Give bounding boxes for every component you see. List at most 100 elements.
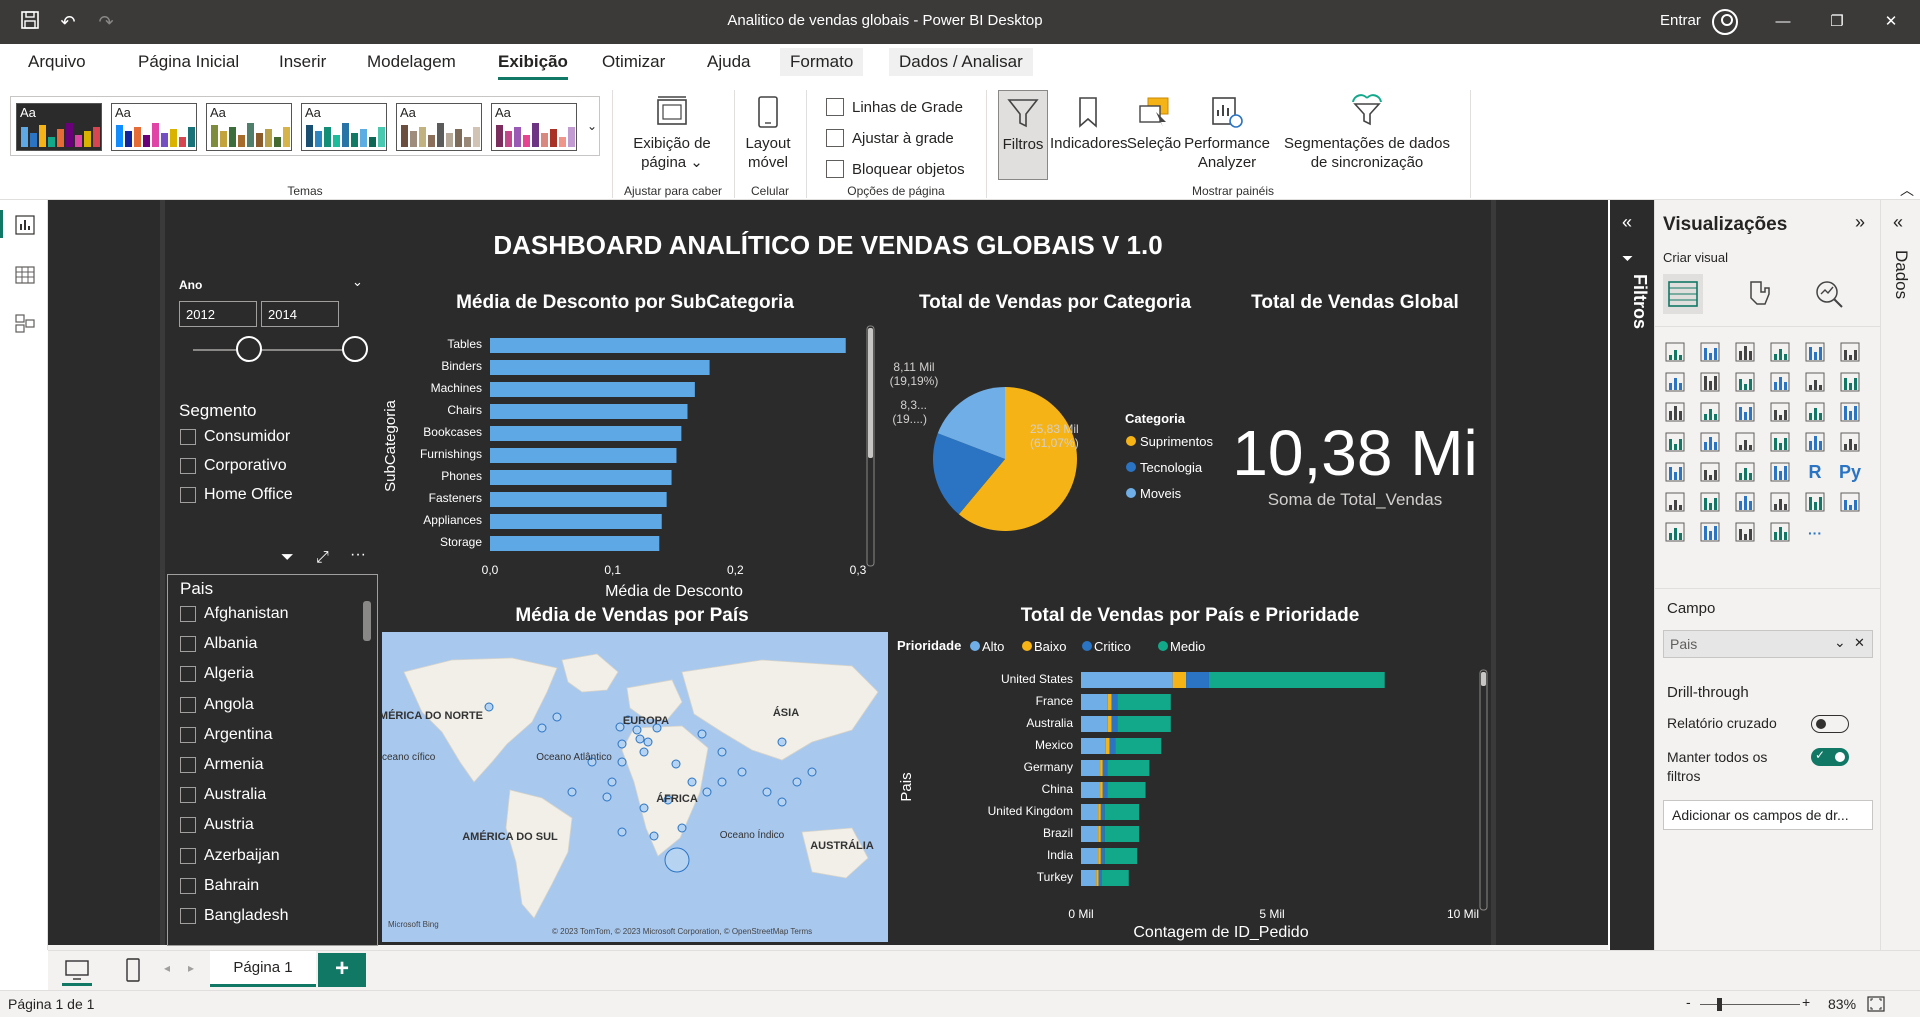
bar-segment[interactable]	[1107, 782, 1146, 798]
table-icon[interactable]	[1733, 460, 1757, 484]
bar-segment[interactable]	[1100, 848, 1105, 864]
legend-item[interactable]: Alto	[982, 639, 1004, 654]
segment-item[interactable]: Consumidor	[180, 428, 290, 446]
desktop-layout-icon[interactable]	[64, 959, 90, 981]
map-bubble[interactable]	[777, 737, 787, 747]
bar-segment[interactable]	[1081, 694, 1108, 710]
zoom-out-button[interactable]: -	[1686, 994, 1691, 1010]
sales-map[interactable]: AMÉRICA DO NORTE EUROPA ÁSIA Oceano Atlânti…	[382, 632, 888, 942]
selection-pane-button[interactable]: Seleção	[1126, 94, 1182, 153]
map-bubble[interactable]	[702, 787, 712, 797]
donut-icon[interactable]	[1803, 400, 1827, 424]
map-bubble[interactable]	[607, 777, 617, 787]
bar-segment[interactable]	[1172, 672, 1187, 688]
visual-filter-icon[interactable]: ⏷	[281, 549, 294, 567]
bar-segment[interactable]	[1081, 870, 1097, 886]
theme-swatch[interactable]: Aa	[396, 103, 482, 151]
country-item[interactable]: Australia	[180, 786, 266, 804]
discount-bar-chart[interactable]: Tables Binders Machines Chairs Bookcases Furn…	[375, 318, 885, 598]
bar[interactable]	[490, 360, 710, 375]
map-bubble[interactable]	[717, 777, 727, 787]
country-item[interactable]: Bahrain	[180, 877, 259, 895]
report-view-icon[interactable]	[14, 214, 36, 236]
bar-segment[interactable]	[1098, 826, 1101, 842]
year-from-input[interactable]: 2012	[179, 301, 257, 327]
bar[interactable]	[490, 536, 660, 551]
map-bubble[interactable]	[664, 847, 690, 873]
bar-segment[interactable]	[1081, 848, 1099, 864]
bar-segment[interactable]	[1104, 804, 1140, 820]
table-view-icon[interactable]	[14, 264, 36, 286]
close-icon[interactable]: ✕	[1868, 8, 1914, 36]
collapse-viz-pane-icon[interactable]: »	[1855, 212, 1865, 233]
bar-segment[interactable]	[1107, 694, 1112, 710]
tab-arquivo[interactable]: Arquivo	[28, 52, 86, 72]
bar[interactable]	[490, 426, 682, 441]
theme-swatch[interactable]: Aa	[111, 103, 197, 151]
100-bar-icon[interactable]	[1803, 340, 1827, 364]
country-item[interactable]: Albania	[180, 635, 257, 653]
funnel-icon[interactable]	[1698, 400, 1722, 424]
gridlines-checkbox[interactable]: Linhas de Grade	[826, 98, 963, 116]
more-visuals-icon[interactable]: ···	[1803, 520, 1827, 544]
mobile-layout-button[interactable]: Layout móvel	[740, 94, 796, 172]
segment-item[interactable]: Home Office	[180, 486, 293, 504]
chart-scrollbar[interactable]	[1479, 669, 1488, 911]
line-chart-icon[interactable]	[1663, 370, 1687, 394]
bar-segment[interactable]	[1104, 848, 1138, 864]
line-clustered-icon[interactable]	[1803, 370, 1827, 394]
cross-report-toggle[interactable]	[1811, 715, 1849, 733]
bar-segment[interactable]	[1100, 826, 1105, 842]
kpi-icon[interactable]	[1663, 460, 1687, 484]
bar-segment[interactable]	[1081, 672, 1173, 688]
page-tab-1[interactable]: Página 1	[210, 951, 316, 987]
map-bubble[interactable]	[552, 712, 562, 722]
slicer-icon[interactable]	[1698, 460, 1722, 484]
chevron-down-icon[interactable]: ⌄	[1834, 634, 1846, 651]
bar-segment[interactable]	[1096, 870, 1099, 886]
custom-visual-icon[interactable]	[1733, 520, 1757, 544]
tab-formato[interactable]: Formato	[780, 48, 864, 76]
python-visual-icon[interactable]: Py	[1838, 460, 1862, 484]
tab-ajuda[interactable]: Ajuda	[707, 52, 750, 72]
bar-segment[interactable]	[1105, 738, 1110, 754]
decomposition-tree-icon[interactable]	[1698, 490, 1722, 514]
year-slider-start-handle[interactable]	[236, 336, 262, 362]
filled-map-icon[interactable]	[1698, 430, 1722, 454]
r-visual-icon[interactable]: R	[1803, 460, 1827, 484]
add-page-button[interactable]: +	[318, 953, 366, 987]
tab-otimizar[interactable]: Otimizar	[602, 52, 665, 72]
expand-filters-icon[interactable]: «	[1622, 212, 1632, 233]
100-column-icon[interactable]	[1838, 340, 1862, 364]
bar-segment[interactable]	[1107, 760, 1150, 776]
ribbon-chart-icon[interactable]	[1838, 370, 1862, 394]
country-item[interactable]: Armenia	[180, 756, 264, 774]
map-bubble[interactable]	[671, 759, 681, 769]
bar-segment[interactable]	[1081, 804, 1099, 820]
next-page-icon[interactable]: ▸	[188, 961, 194, 975]
map-bubble[interactable]	[639, 747, 649, 757]
year-slider-end-handle[interactable]	[342, 336, 368, 362]
restore-icon[interactable]: ❐	[1814, 8, 1860, 36]
avatar-icon[interactable]	[1712, 9, 1738, 35]
country-item[interactable]: Afghanistan	[180, 605, 289, 623]
country-item[interactable]: Azerbaijan	[180, 847, 280, 865]
bar-segment[interactable]	[1081, 782, 1101, 798]
theme-swatch[interactable]: Aa	[301, 103, 387, 151]
area-chart-icon[interactable]	[1698, 370, 1722, 394]
map-bubble[interactable]	[617, 757, 627, 767]
map-bubble[interactable]	[762, 787, 772, 797]
model-view-icon[interactable]	[14, 312, 36, 334]
metrics-icon[interactable]	[1803, 490, 1827, 514]
tab-dados-analisar[interactable]: Dados / Analisar	[889, 48, 1033, 76]
power-apps-icon[interactable]	[1663, 520, 1687, 544]
map-bubble[interactable]	[567, 787, 577, 797]
gauge-icon[interactable]	[1768, 430, 1792, 454]
qa-icon[interactable]	[1733, 490, 1757, 514]
legend-item[interactable]: Suprimentos	[1140, 434, 1213, 449]
bar-segment[interactable]	[1111, 716, 1118, 732]
map-bubble[interactable]	[717, 747, 727, 757]
zoom-in-button[interactable]: +	[1802, 994, 1810, 1010]
sign-in-link[interactable]: Entrar	[1660, 12, 1701, 29]
country-item[interactable]: Bangladesh	[180, 907, 289, 925]
